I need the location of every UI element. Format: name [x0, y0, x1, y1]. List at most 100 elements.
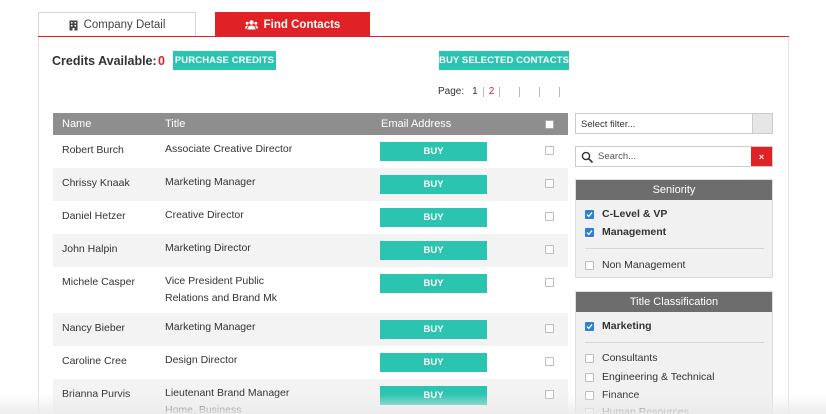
row-checkbox[interactable] — [545, 278, 554, 287]
title-classification-panel: Title Classification Marketing Consultan… — [575, 291, 773, 414]
row-checkbox[interactable] — [545, 324, 554, 333]
seniority-option-management[interactable]: Management — [585, 226, 666, 238]
table-row: Robert Burch Associate Creative Director… — [53, 135, 568, 168]
buy-contact-button[interactable]: BUY — [380, 386, 487, 405]
users-icon — [244, 19, 258, 29]
contact-title: Associate Creative Director — [165, 143, 293, 155]
title-classification-heading[interactable]: Title Classification — [576, 292, 772, 312]
row-checkbox[interactable] — [545, 146, 554, 155]
option-label: Finance — [602, 389, 640, 401]
buy-contact-button[interactable]: BUY — [380, 175, 487, 194]
contact-name: Robert Burch — [62, 144, 124, 156]
filter-select-placeholder: Select filter... — [581, 119, 636, 130]
contact-name: Brianna Purvis — [62, 388, 131, 400]
table-row: Nancy Bieber Marketing Manager BUY — [53, 313, 568, 346]
contact-name: Daniel Hetzer — [62, 210, 126, 222]
checkbox-unchecked[interactable] — [585, 372, 594, 382]
buy-contact-button[interactable]: BUY — [380, 274, 487, 293]
contact-name: Michele Casper — [62, 276, 135, 288]
filter-select[interactable]: Select filter... — [575, 113, 773, 134]
select-all-checkbox[interactable] — [545, 120, 554, 129]
column-header-title[interactable]: Title — [165, 118, 185, 130]
contact-name: Chrissy Knaak — [62, 177, 130, 189]
row-checkbox[interactable] — [545, 357, 554, 366]
pagination-label: Page: — [438, 86, 465, 97]
column-header-name[interactable]: Name — [62, 118, 91, 130]
table-row: Brianna Purvis Lieutenant Brand Manager … — [53, 379, 568, 414]
row-checkbox[interactable] — [545, 245, 554, 254]
tab-company-detail-label: Company Detail — [83, 19, 166, 31]
contact-title: Vice President Public Relations and Bran… — [165, 275, 278, 304]
buy-selected-contacts-button[interactable]: BUY SELECTED CONTACTS — [439, 51, 569, 70]
title-option-finance[interactable]: Finance — [585, 389, 639, 401]
credits-value: 0 — [158, 54, 165, 68]
option-label: Management — [602, 226, 667, 238]
pagination: Page: 1 2 — [438, 86, 561, 97]
search-box: × — [575, 146, 773, 167]
buy-contact-button[interactable]: BUY — [380, 320, 487, 339]
title-option-marketing[interactable]: Marketing — [585, 320, 652, 332]
checkbox-unchecked[interactable] — [585, 407, 594, 414]
table-row: Chrissy Knaak Marketing Manager BUY — [53, 168, 568, 201]
option-label: C-Level & VP — [602, 208, 668, 220]
column-header-email[interactable]: Email Address — [381, 118, 451, 130]
seniority-panel: Seniority C-Level & VP Management Non Ma… — [575, 179, 773, 278]
buy-contact-button[interactable]: BUY — [380, 142, 487, 161]
table-row: Daniel Hetzer Creative Director BUY — [53, 201, 568, 234]
search-icon — [581, 151, 593, 163]
option-label: Engineering & Technical — [602, 371, 715, 383]
checkbox-unchecked[interactable] — [585, 390, 594, 400]
table-row: Caroline Cree Design Director BUY — [53, 346, 568, 379]
close-icon: × — [758, 151, 765, 162]
table-row: John Halpin Marketing Director BUY — [53, 234, 568, 267]
title-option-consultants[interactable]: Consultants — [585, 352, 657, 364]
table-row: Michele Casper Vice President Public Rel… — [53, 267, 568, 313]
contact-title: Design Director — [165, 354, 238, 366]
title-option-human-resources[interactable]: Human Resources — [585, 406, 689, 414]
page-1-link[interactable]: 1 — [467, 86, 484, 97]
option-label: Consultants — [602, 352, 658, 364]
buy-contact-button[interactable]: BUY — [380, 241, 487, 260]
checkbox-checked[interactable] — [585, 227, 594, 237]
filter-select-toggle[interactable] — [752, 114, 772, 133]
page-link-empty[interactable] — [520, 86, 541, 97]
clear-search-button[interactable]: × — [751, 147, 772, 166]
table-header: Name Title Email Address — [53, 113, 568, 135]
buy-contact-button[interactable]: BUY — [380, 208, 487, 227]
seniority-heading[interactable]: Seniority — [576, 180, 772, 200]
page-2-link[interactable]: 2 — [484, 86, 501, 97]
credits-label: Credits Available: — [52, 54, 157, 68]
option-label: Non Management — [602, 259, 686, 271]
contact-title: Marketing Manager — [165, 176, 256, 188]
contact-title: Creative Director — [165, 209, 244, 221]
checkbox-unchecked[interactable] — [585, 353, 594, 363]
building-icon — [69, 20, 78, 30]
contact-name: John Halpin — [62, 243, 118, 255]
page-link-empty[interactable] — [540, 86, 561, 97]
row-checkbox[interactable] — [545, 390, 554, 399]
divider — [585, 342, 764, 343]
title-option-engineering[interactable]: Engineering & Technical — [585, 371, 714, 383]
row-checkbox[interactable] — [545, 212, 554, 221]
buy-contact-button[interactable]: BUY — [380, 353, 487, 372]
checkbox-checked[interactable] — [585, 209, 594, 219]
purchase-credits-button[interactable]: PURCHASE CREDITS — [173, 51, 276, 70]
search-input[interactable] — [598, 149, 748, 164]
option-label: Marketing — [602, 320, 652, 332]
contact-title: Marketing Manager — [165, 321, 256, 333]
contact-title: Marketing Director — [165, 242, 251, 254]
checkbox-unchecked[interactable] — [585, 260, 594, 270]
tab-company-detail[interactable]: Company Detail — [38, 12, 196, 37]
divider — [585, 248, 764, 249]
seniority-option-non-management[interactable]: Non Management — [585, 259, 685, 271]
checkbox-checked[interactable] — [585, 321, 594, 331]
seniority-option-c-level[interactable]: C-Level & VP — [585, 208, 667, 220]
option-label: Human Resources — [602, 406, 689, 414]
tab-find-contacts[interactable]: Find Contacts — [215, 12, 370, 37]
page-link-empty[interactable] — [500, 86, 521, 97]
contact-name: Nancy Bieber — [62, 322, 126, 334]
contact-name: Caroline Cree — [62, 355, 127, 367]
tab-find-contacts-label: Find Contacts — [263, 18, 341, 31]
row-checkbox[interactable] — [545, 179, 554, 188]
contact-title: Lieutenant Brand Manager Home, Business — [165, 387, 290, 414]
